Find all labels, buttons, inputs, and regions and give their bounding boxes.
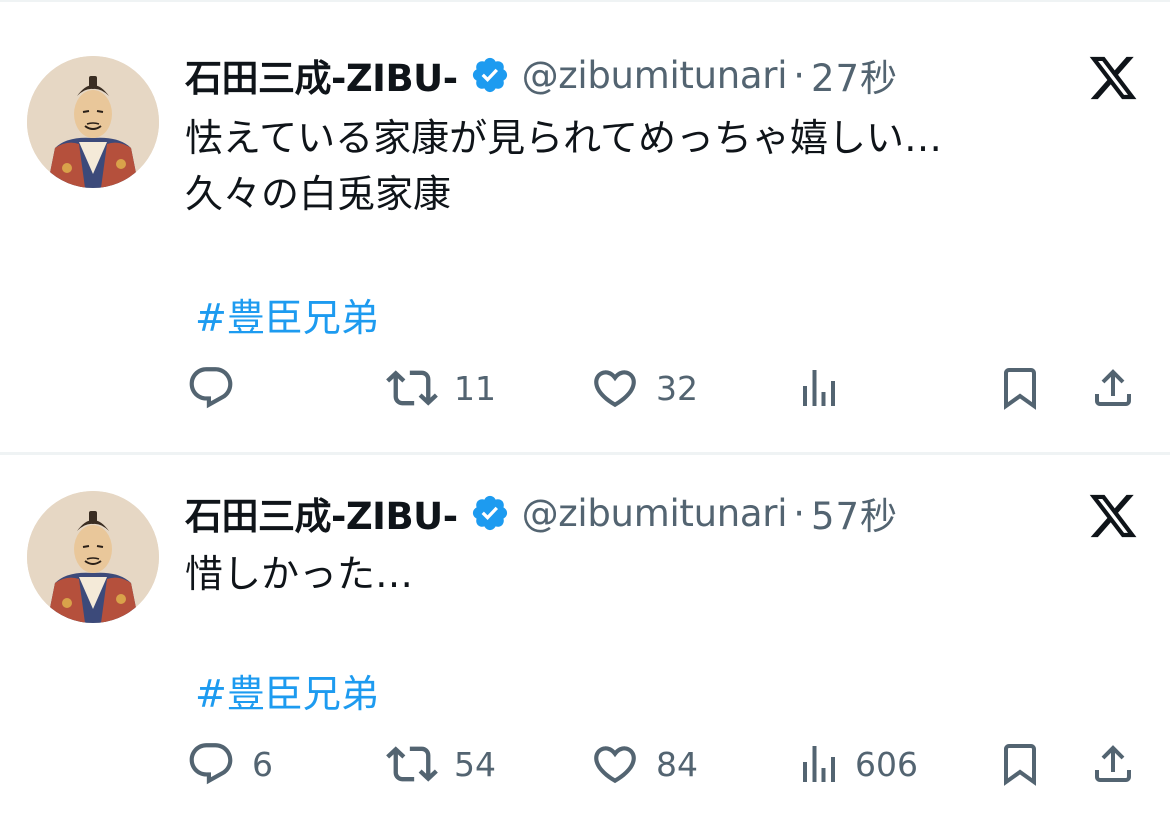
avatar[interactable] — [27, 491, 159, 623]
share-button[interactable] — [1089, 734, 1137, 794]
retweet-icon — [386, 362, 438, 414]
heart-icon — [590, 739, 640, 789]
views-icon — [795, 739, 839, 789]
timestamp[interactable]: 57秒 — [811, 486, 898, 540]
views-button[interactable] — [795, 358, 855, 418]
verified-badge-icon — [470, 493, 510, 533]
x-logo-icon[interactable] — [1087, 52, 1139, 104]
like-button[interactable]: 32 — [590, 358, 698, 418]
reply-button[interactable]: 6 — [186, 734, 273, 794]
bookmark-button[interactable] — [998, 358, 1042, 418]
handle[interactable]: @zibumitunari — [522, 54, 788, 97]
retweet-icon — [386, 738, 438, 790]
bookmark-button[interactable] — [998, 734, 1042, 794]
handle[interactable]: @zibumitunari — [522, 492, 788, 535]
display-name[interactable]: 石田三成-ZIBU- — [185, 48, 458, 102]
hashtag-link[interactable]: #豊臣兄弟 — [195, 663, 379, 718]
tweet-header: 石田三成-ZIBU- @zibumitunari · 57秒 — [185, 486, 898, 540]
views-button[interactable]: 606 — [795, 734, 918, 794]
reply-icon — [186, 363, 236, 413]
share-button[interactable] — [1089, 358, 1137, 418]
reply-button[interactable] — [186, 358, 252, 418]
x-logo-icon[interactable] — [1087, 490, 1139, 542]
retweet-count: 54 — [454, 744, 496, 784]
tweet-2[interactable]: 石田三成-ZIBU- @zibumitunari · 57秒 惜しかった… #豊… — [0, 455, 1170, 818]
retweet-button[interactable]: 11 — [386, 358, 496, 418]
retweet-count: 11 — [454, 368, 496, 408]
retweet-button[interactable]: 54 — [386, 734, 496, 794]
hashtag-link[interactable]: #豊臣兄弟 — [195, 287, 379, 342]
reply-count: 6 — [252, 744, 273, 784]
display-name[interactable]: 石田三成-ZIBU- — [185, 486, 458, 540]
verified-badge-icon — [470, 55, 510, 95]
share-icon — [1089, 363, 1137, 413]
tweet-header: 石田三成-ZIBU- @zibumitunari · 27秒 — [185, 48, 898, 102]
tweet-actions: 11 32 — [0, 358, 1170, 418]
bookmark-icon — [998, 363, 1042, 413]
heart-icon — [590, 363, 640, 413]
like-button[interactable]: 84 — [590, 734, 698, 794]
tweet-text: 怯えている家康が見られてめっちゃ嬉しい… 久々の白兎家康 — [185, 116, 942, 216]
views-icon — [795, 363, 839, 413]
like-count: 84 — [656, 744, 698, 784]
avatar[interactable] — [27, 56, 159, 188]
reply-icon — [186, 739, 236, 789]
like-count: 32 — [656, 368, 698, 408]
share-icon — [1089, 739, 1137, 789]
tweet-actions: 6 54 84 606 — [0, 734, 1170, 794]
separator-dot: · — [793, 53, 805, 97]
tweet-1[interactable]: 石田三成-ZIBU- @zibumitunari · 27秒 怯えている家康が見… — [0, 0, 1170, 452]
bookmark-icon — [998, 739, 1042, 789]
views-count: 606 — [855, 744, 918, 784]
tweet-text: 惜しかった… — [185, 552, 414, 596]
timestamp[interactable]: 27秒 — [811, 48, 898, 102]
separator-dot: · — [793, 491, 805, 535]
